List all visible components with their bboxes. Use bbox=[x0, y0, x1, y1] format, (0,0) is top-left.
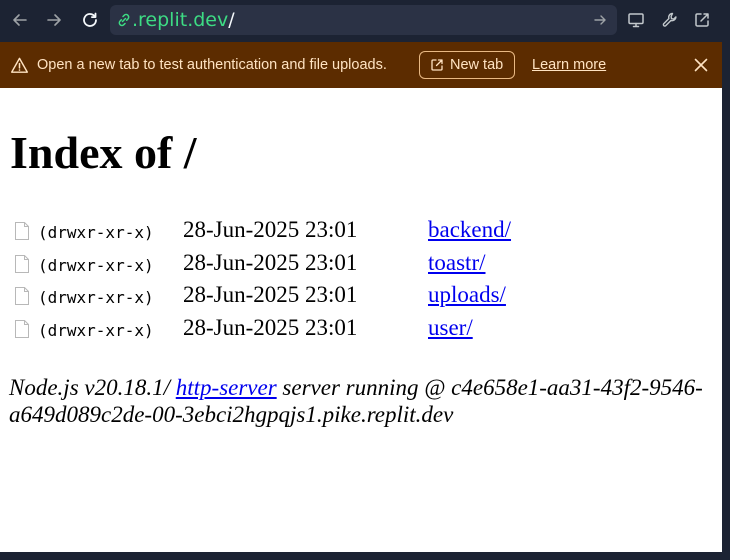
url-path: / bbox=[228, 9, 235, 31]
banner-message: Open a new tab to test authentication an… bbox=[37, 57, 387, 73]
entry-permissions: (drwxr-xr-x) bbox=[38, 321, 154, 340]
list-item: (drwxr-xr-x) 28-Jun-2025 23:01 toastr/ bbox=[12, 248, 712, 280]
entry-date: 28-Jun-2025 23:01 bbox=[183, 282, 358, 307]
entry-link[interactable]: toastr/ bbox=[428, 250, 486, 276]
entry-permissions: (drwxr-xr-x) bbox=[38, 223, 154, 242]
learn-more-link[interactable]: Learn more bbox=[532, 56, 606, 74]
file-icon bbox=[15, 320, 29, 338]
back-button[interactable] bbox=[8, 8, 32, 32]
browser-toolbar: .replit.dev/ bbox=[0, 0, 730, 42]
close-icon[interactable] bbox=[692, 56, 710, 74]
entry-permissions: (drwxr-xr-x) bbox=[38, 288, 154, 307]
page-title: Index of / bbox=[10, 127, 197, 178]
file-icon bbox=[15, 287, 29, 305]
address-bar[interactable]: .replit.dev/ bbox=[110, 5, 617, 35]
warning-icon bbox=[10, 57, 29, 73]
file-icon bbox=[15, 222, 29, 240]
entry-date: 28-Jun-2025 23:01 bbox=[183, 315, 358, 340]
arrow-right-icon[interactable] bbox=[592, 12, 608, 28]
entry-link[interactable]: uploads/ bbox=[428, 282, 506, 308]
url-host: .replit.dev bbox=[132, 9, 229, 31]
list-item: (drwxr-xr-x) 28-Jun-2025 23:01 backend/ bbox=[12, 215, 712, 247]
entry-permissions: (drwxr-xr-x) bbox=[38, 256, 154, 275]
new-tab-label: New tab bbox=[450, 57, 504, 73]
page-viewport: Index of / (drwxr-xr-x) 28-Jun-2025 23:0… bbox=[0, 88, 722, 552]
devtools-button[interactable] bbox=[658, 8, 682, 32]
url-text[interactable]: .replit.dev/ bbox=[132, 8, 235, 32]
file-icon bbox=[15, 255, 29, 273]
list-item: (drwxr-xr-x) 28-Jun-2025 23:01 uploads/ bbox=[12, 280, 712, 312]
screen-button[interactable] bbox=[624, 8, 648, 32]
forward-button[interactable] bbox=[42, 8, 66, 32]
window-bottom-edge bbox=[0, 552, 730, 560]
entry-link[interactable]: backend/ bbox=[428, 217, 511, 243]
reload-icon bbox=[83, 12, 97, 27]
window-right-edge bbox=[722, 42, 730, 560]
wrench-icon bbox=[662, 12, 677, 27]
list-item: (drwxr-xr-x) 28-Jun-2025 23:01 user/ bbox=[12, 313, 712, 345]
entry-date: 28-Jun-2025 23:01 bbox=[183, 250, 358, 275]
notice-banner: Open a new tab to test authentication an… bbox=[0, 42, 722, 88]
entry-link[interactable]: user/ bbox=[428, 315, 473, 341]
external-link-icon bbox=[431, 59, 443, 71]
monitor-icon bbox=[628, 13, 644, 28]
reload-button[interactable] bbox=[78, 8, 102, 32]
arrow-right-icon bbox=[47, 14, 61, 26]
open-in-new-window-button[interactable] bbox=[690, 8, 714, 32]
footer-prefix: Node.js v20.18.1/ bbox=[9, 375, 176, 400]
new-tab-button[interactable]: New tab bbox=[419, 51, 515, 79]
external-link-icon bbox=[695, 13, 709, 27]
http-server-link[interactable]: http-server bbox=[176, 375, 277, 400]
arrow-left-icon bbox=[13, 14, 27, 26]
entry-date: 28-Jun-2025 23:01 bbox=[183, 217, 358, 242]
server-footer: Node.js v20.18.1/ http-server server run… bbox=[9, 374, 714, 428]
link-icon bbox=[118, 13, 130, 27]
